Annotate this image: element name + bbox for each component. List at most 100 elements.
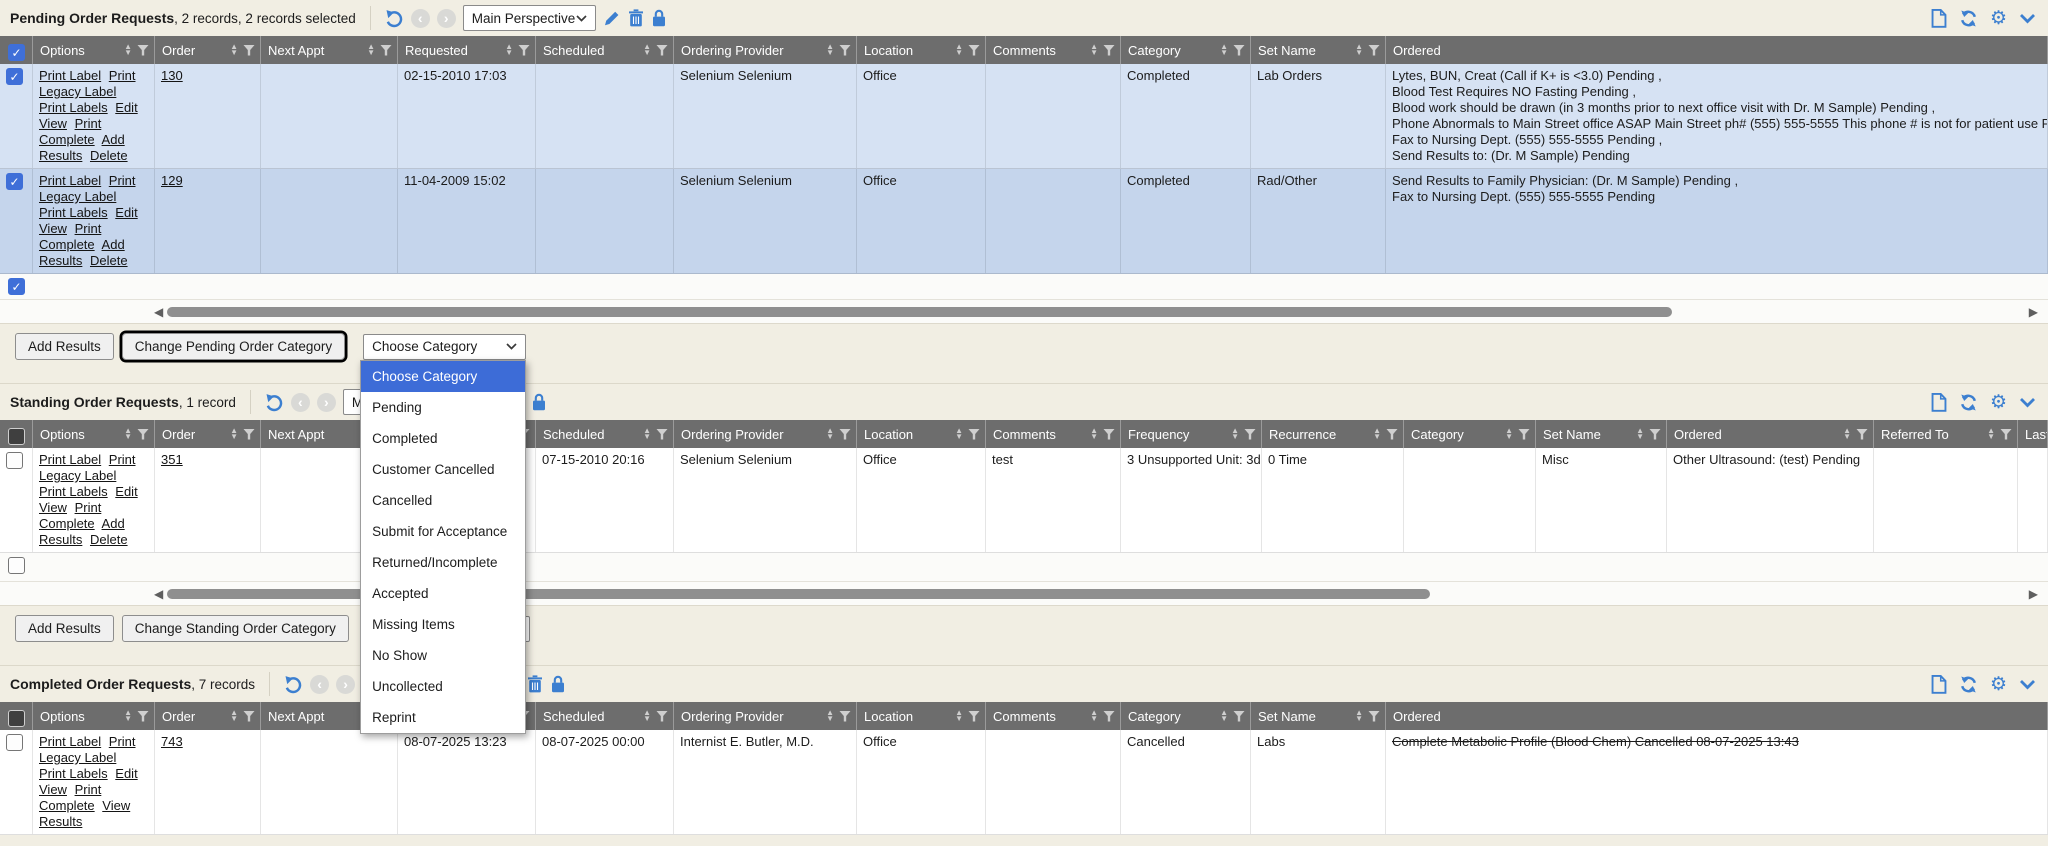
trash-icon[interactable] <box>628 9 644 27</box>
dropdown-option-missing-items[interactable]: Missing Items <box>361 609 525 640</box>
sort-icons[interactable]: ▲▼ <box>505 44 513 56</box>
order-number-link[interactable]: 743 <box>161 734 183 749</box>
filter-funnel-icon[interactable] <box>243 429 255 440</box>
scroll-right-arrow[interactable]: ▶ <box>2025 588 2042 600</box>
forward-icon[interactable]: › <box>437 9 456 28</box>
filter-funnel-icon[interactable] <box>1103 45 1115 56</box>
collapse-chevron-icon[interactable] <box>2019 13 2036 24</box>
collapse-chevron-icon[interactable] <box>2019 679 2036 690</box>
filter-funnel-icon[interactable] <box>243 711 255 722</box>
sort-icons[interactable]: ▲▼ <box>124 428 132 440</box>
gear-icon[interactable]: ⚙ <box>1990 393 2007 412</box>
back-icon[interactable]: ‹ <box>411 9 430 28</box>
refresh-undo-icon[interactable] <box>385 9 404 28</box>
sort-icons[interactable]: ▲▼ <box>230 710 238 722</box>
option-link-edit[interactable]: Edit <box>115 100 137 115</box>
option-link-print-labels[interactable]: Print Labels <box>39 484 108 499</box>
new-row-checkbox[interactable]: ✓ <box>8 278 25 295</box>
sort-icons[interactable]: ▲▼ <box>1220 44 1228 56</box>
row-checkbox[interactable]: ✓ <box>6 68 23 85</box>
row-checkbox[interactable] <box>6 734 23 751</box>
filter-funnel-icon[interactable] <box>656 711 668 722</box>
filter-funnel-icon[interactable] <box>1856 429 1868 440</box>
option-link-print[interactable]: Print <box>75 500 102 515</box>
filter-funnel-icon[interactable] <box>839 429 851 440</box>
filter-funnel-icon[interactable] <box>968 429 980 440</box>
filter-funnel-icon[interactable] <box>137 429 149 440</box>
option-link-print-label[interactable]: Print Label <box>39 734 101 749</box>
sort-icons[interactable]: ▲▼ <box>955 428 963 440</box>
option-link-view[interactable]: View <box>39 116 67 131</box>
filter-funnel-icon[interactable] <box>1649 429 1661 440</box>
option-link-print-labels[interactable]: Print Labels <box>39 205 108 220</box>
option-link-print-label[interactable]: Print Label <box>39 452 101 467</box>
filter-funnel-icon[interactable] <box>839 711 851 722</box>
option-link-print[interactable]: Print <box>75 782 102 797</box>
change-standing-category-button[interactable]: Change Standing Order Category <box>122 615 349 642</box>
filter-funnel-icon[interactable] <box>380 45 392 56</box>
dropdown-option-completed[interactable]: Completed <box>361 423 525 454</box>
change-pending-category-button[interactable]: Change Pending Order Category <box>122 333 345 360</box>
sort-icons[interactable]: ▲▼ <box>1355 710 1363 722</box>
sort-icons[interactable]: ▲▼ <box>1090 44 1098 56</box>
filter-funnel-icon[interactable] <box>1386 429 1398 440</box>
option-link-print-labels[interactable]: Print Labels <box>39 766 108 781</box>
sort-icons[interactable]: ▲▼ <box>826 710 834 722</box>
filter-funnel-icon[interactable] <box>137 45 149 56</box>
perspective-select[interactable]: Main Perspective <box>463 5 596 31</box>
sort-icons[interactable]: ▲▼ <box>826 44 834 56</box>
new-row-checkbox[interactable] <box>8 557 25 574</box>
select-all-checkbox[interactable] <box>8 710 25 727</box>
row-checkbox[interactable] <box>6 452 23 469</box>
scrollbar-thumb[interactable] <box>167 307 1672 317</box>
new-document-icon[interactable] <box>1931 675 1947 694</box>
filter-funnel-icon[interactable] <box>968 45 980 56</box>
filter-funnel-icon[interactable] <box>656 45 668 56</box>
filter-funnel-icon[interactable] <box>1368 711 1380 722</box>
option-link-complete[interactable]: Complete <box>39 798 95 813</box>
filter-funnel-icon[interactable] <box>968 711 980 722</box>
sort-icons[interactable]: ▲▼ <box>124 44 132 56</box>
refresh-undo-icon[interactable] <box>265 393 284 412</box>
sort-icons[interactable]: ▲▼ <box>1220 710 1228 722</box>
add-results-button[interactable]: Add Results <box>15 615 114 642</box>
forward-icon[interactable]: › <box>317 393 336 412</box>
dropdown-option-no-show[interactable]: No Show <box>361 640 525 671</box>
filter-funnel-icon[interactable] <box>518 45 530 56</box>
sort-icons[interactable]: ▲▼ <box>230 428 238 440</box>
option-link-edit[interactable]: Edit <box>115 484 137 499</box>
dropdown-option-choose-category[interactable]: Choose Category <box>361 361 525 392</box>
dropdown-option-cancelled[interactable]: Cancelled <box>361 485 525 516</box>
add-results-button[interactable]: Add Results <box>15 333 114 360</box>
new-document-icon[interactable] <box>1931 9 1947 28</box>
filter-funnel-icon[interactable] <box>1233 711 1245 722</box>
refresh-sync-icon[interactable] <box>1959 675 1978 694</box>
edit-pencil-icon[interactable] <box>603 9 621 27</box>
sort-icons[interactable]: ▲▼ <box>367 44 375 56</box>
gear-icon[interactable]: ⚙ <box>1990 675 2007 694</box>
scroll-left-arrow[interactable]: ◀ <box>150 306 167 318</box>
order-number-link[interactable]: 130 <box>161 68 183 83</box>
refresh-sync-icon[interactable] <box>1959 393 1978 412</box>
dropdown-option-reprint[interactable]: Reprint <box>361 702 525 733</box>
dropdown-option-uncollected[interactable]: Uncollected <box>361 671 525 702</box>
trash-icon[interactable] <box>527 675 543 693</box>
filter-funnel-icon[interactable] <box>1103 711 1115 722</box>
option-link-print[interactable]: Print <box>75 221 102 236</box>
refresh-sync-icon[interactable] <box>1959 9 1978 28</box>
lock-icon[interactable] <box>651 9 667 27</box>
option-link-print-label[interactable]: Print Label <box>39 173 101 188</box>
sort-icons[interactable]: ▲▼ <box>230 44 238 56</box>
option-link-edit[interactable]: Edit <box>115 766 137 781</box>
sort-icons[interactable]: ▲▼ <box>643 428 651 440</box>
option-link-complete[interactable]: Complete <box>39 132 95 147</box>
sort-icons[interactable]: ▲▼ <box>643 710 651 722</box>
scrollbar-thumb[interactable] <box>167 589 1430 599</box>
select-all-checkbox[interactable]: ✓ <box>8 44 25 61</box>
filter-funnel-icon[interactable] <box>839 45 851 56</box>
sort-icons[interactable]: ▲▼ <box>955 710 963 722</box>
sort-icons[interactable]: ▲▼ <box>1987 428 1995 440</box>
option-link-complete[interactable]: Complete <box>39 237 95 252</box>
filter-funnel-icon[interactable] <box>137 711 149 722</box>
option-link-delete[interactable]: Delete <box>90 532 128 547</box>
